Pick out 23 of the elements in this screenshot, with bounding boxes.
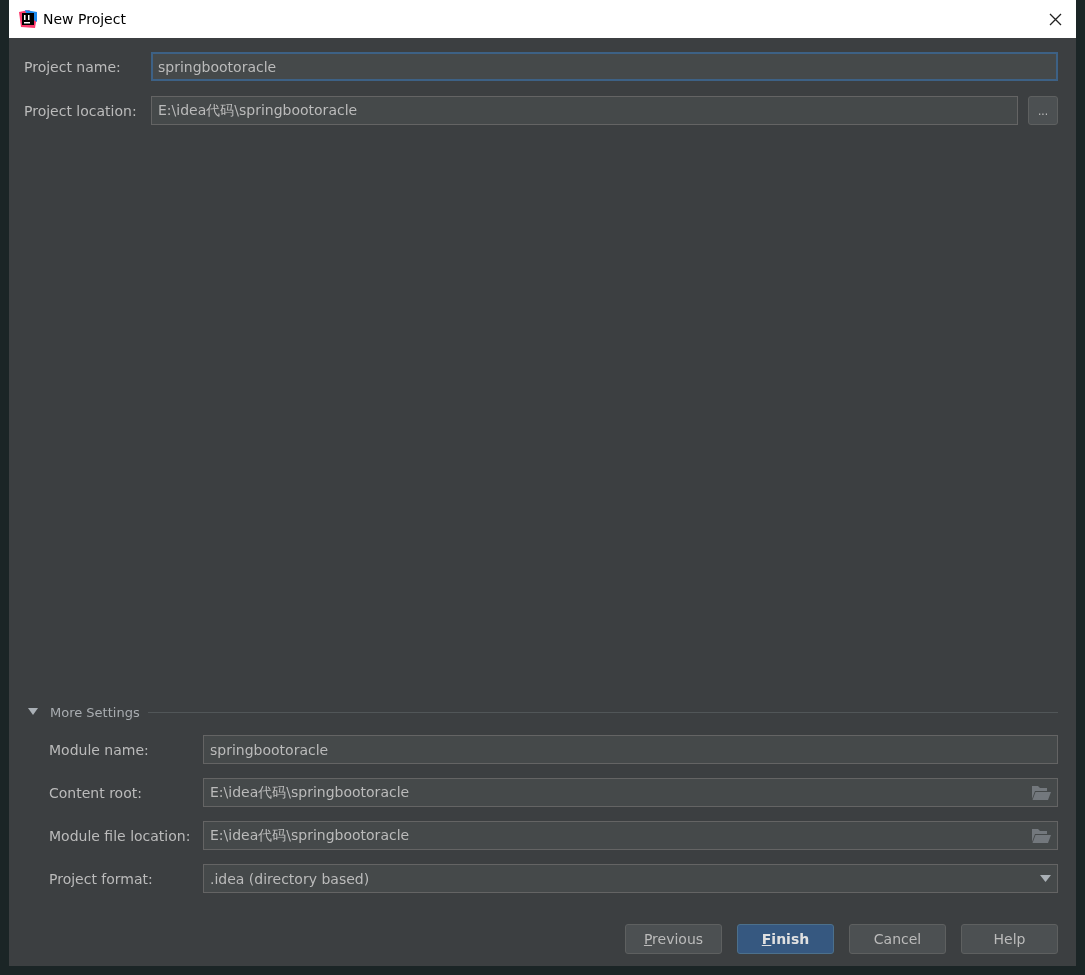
app-logo-icon [19, 10, 37, 28]
field-label: Project name: [24, 58, 122, 75]
field-label: Project format: [49, 870, 154, 887]
field-label: Project location: [24, 102, 138, 119]
path-field[interactable]: E:\idea代码\springbootoracle [203, 778, 1058, 807]
dropdown[interactable]: .idea (directory based) [203, 864, 1058, 893]
field-label: Module file location: [49, 827, 192, 844]
close-icon[interactable] [1049, 12, 1062, 26]
browse-button[interactable]: ... [1028, 96, 1058, 125]
field-label: Content root: [49, 784, 143, 801]
dialog-button[interactable]: Previous [625, 924, 722, 954]
dropdown-arrow-icon [1040, 875, 1051, 882]
window-title: New Project [43, 11, 127, 27]
path-field[interactable]: E:\idea代码\springbootoracle [203, 821, 1058, 850]
field-label: Module name: [49, 741, 150, 758]
text-field[interactable]: springbootoracle [203, 735, 1058, 764]
dialog-button[interactable]: Cancel [849, 924, 946, 954]
section-title[interactable]: More Settings [50, 704, 140, 720]
dialog-button[interactable]: Help [961, 924, 1058, 954]
finish-button[interactable]: Finish [737, 924, 834, 954]
collapse-arrow-icon[interactable] [28, 708, 38, 716]
project-name-field[interactable]: springbootoracle [151, 52, 1058, 81]
project-location-field[interactable]: E:\idea代码\springbootoracle [151, 96, 1018, 125]
